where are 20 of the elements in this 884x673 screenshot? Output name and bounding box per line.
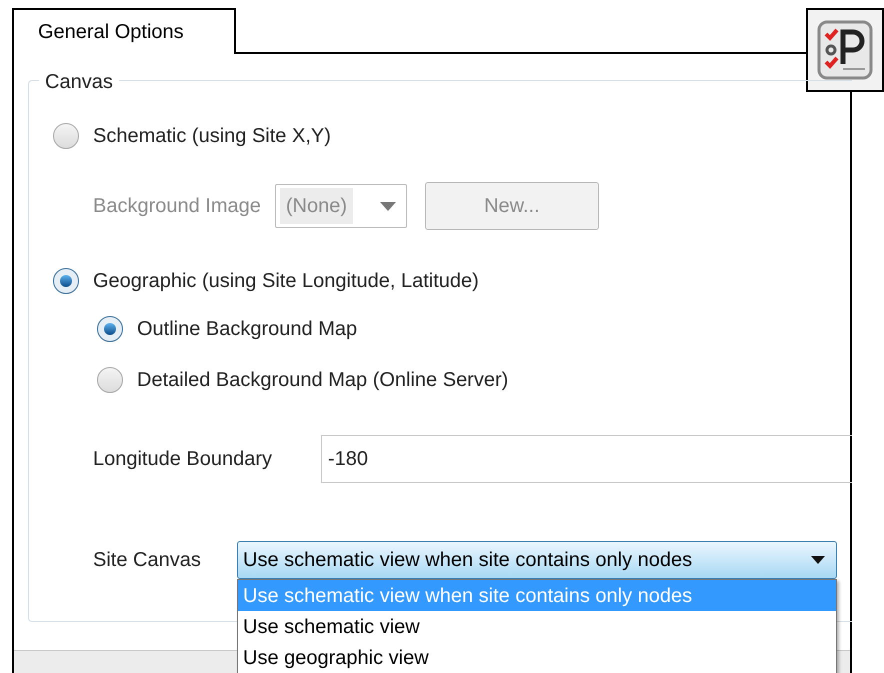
icon-box[interactable]: [806, 8, 884, 92]
dropdown-option[interactable]: Use geographic view: [238, 642, 836, 673]
radio-label: Outline Background Map: [137, 317, 358, 342]
dropdown-option[interactable]: Use schematic view: [238, 611, 836, 642]
radio-label: Detailed Background Map (Online Server): [137, 368, 508, 393]
radio-label: Geographic (using Site Longitude, Latitude): [93, 269, 479, 294]
field-label: Site Canvas: [93, 548, 202, 573]
radio-button[interactable]: [53, 123, 79, 149]
site-canvas-dropdown[interactable]: Use schematic view when site contains only nodes: [237, 541, 837, 579]
caret-icon: [380, 202, 396, 210]
radio-label: Schematic (using Site X,Y): [93, 124, 331, 149]
field-label: Background Image: [93, 194, 261, 219]
radio-button[interactable]: [53, 268, 79, 294]
radio-button[interactable]: [97, 316, 123, 342]
caret-icon: [811, 556, 825, 564]
radio-button[interactable]: [97, 367, 123, 393]
tab[interactable]: General Options: [12, 8, 236, 54]
longitude-field[interactable]: -180: [321, 435, 852, 483]
field-label: Longitude Boundary: [93, 447, 274, 472]
checklist-icon: [817, 20, 873, 80]
